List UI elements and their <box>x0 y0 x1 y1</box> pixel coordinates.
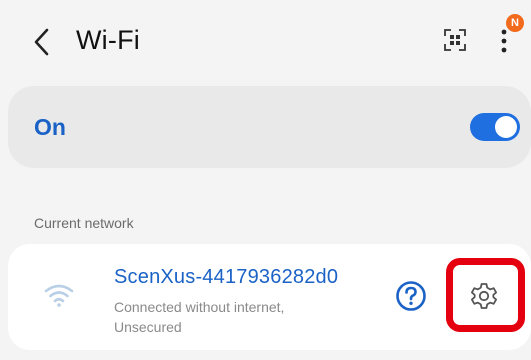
wifi-settings-screen: Wi-Fi N On Current network ScenXus-44179… <box>0 0 531 360</box>
back-button[interactable] <box>22 22 62 62</box>
qr-scan-button[interactable] <box>440 25 470 55</box>
wifi-icon <box>44 284 74 307</box>
current-network-section-label: Current network <box>34 215 134 231</box>
network-status: Connected without internet, Unsecured <box>114 299 285 335</box>
chevron-left-icon <box>34 28 49 56</box>
wifi-toggle-label: On <box>34 114 66 140</box>
wifi-toggle-card[interactable]: On <box>8 86 531 168</box>
toggle-knob <box>495 116 517 138</box>
page-title: Wi-Fi <box>76 25 140 55</box>
more-vertical-icon <box>501 29 507 53</box>
help-button[interactable] <box>395 280 427 312</box>
current-network-item[interactable]: ScenXus-4417936282d0 Connected without i… <box>8 244 531 350</box>
wifi-toggle-switch[interactable] <box>470 113 520 141</box>
notification-badge: N <box>506 14 524 32</box>
qr-scan-icon <box>444 29 466 51</box>
help-icon <box>396 281 426 311</box>
header: Wi-Fi N <box>0 0 531 84</box>
network-name: ScenXus-4417936282d0 <box>114 266 339 288</box>
network-settings-button[interactable] <box>467 279 501 313</box>
gear-icon <box>471 283 497 309</box>
